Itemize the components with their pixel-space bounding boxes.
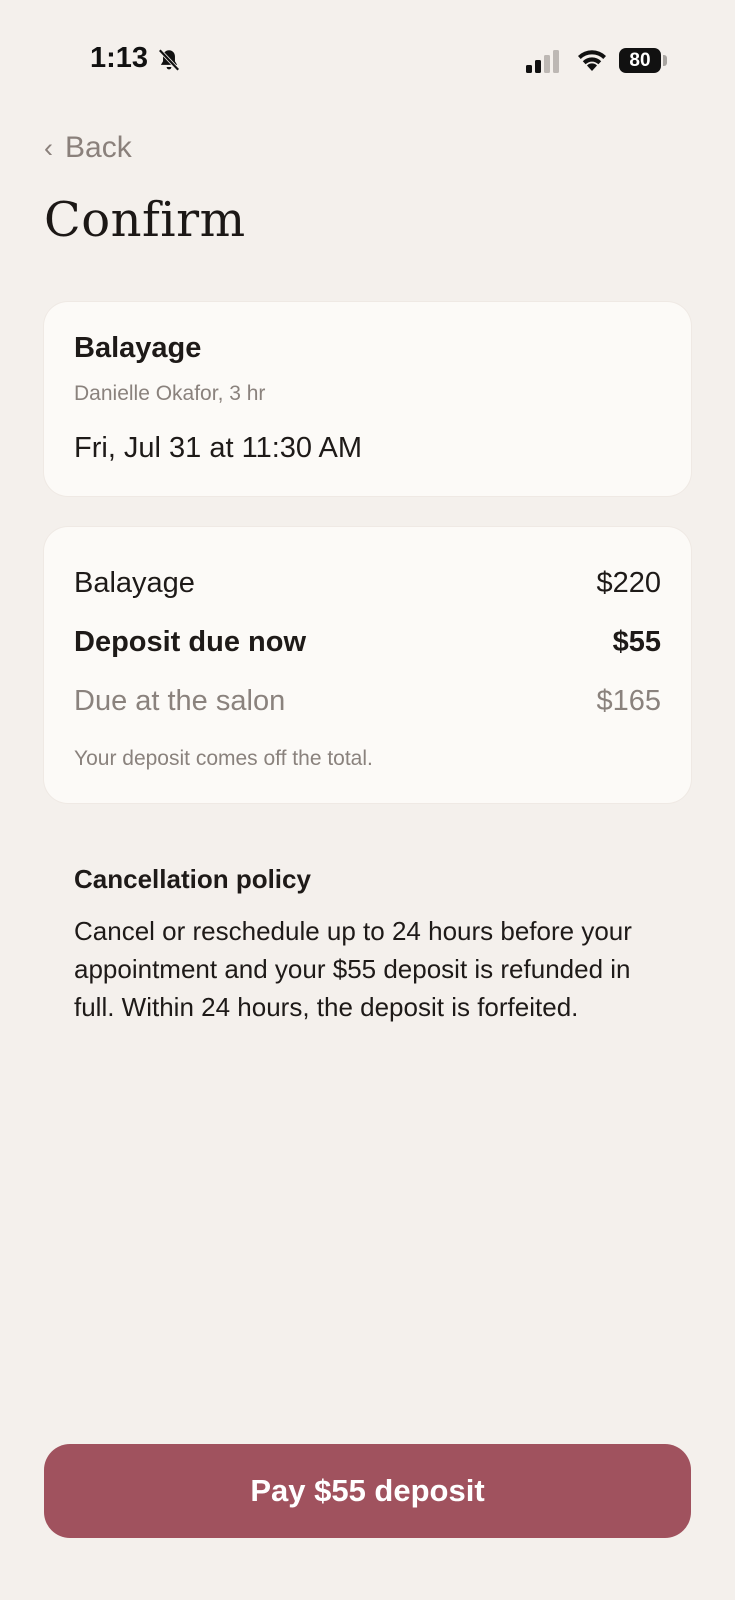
chevron-left-icon: ‹	[44, 132, 53, 163]
service-name: Balayage	[74, 332, 202, 364]
back-label: Back	[65, 131, 132, 164]
price-label: Balayage	[74, 567, 195, 599]
battery-icon: 80	[619, 48, 661, 73]
deposit-note: Your deposit comes off the total.	[74, 747, 373, 770]
wifi-icon	[578, 50, 606, 71]
policy-title: Cancellation policy	[74, 864, 311, 894]
price-amount: $220	[596, 567, 661, 599]
status-time: 1:13	[90, 42, 149, 74]
price-summary-card: Balayage $220 Deposit due now $55 Due at…	[44, 527, 691, 803]
appointment-datetime: Fri, Jul 31 at 11:30 AM	[74, 432, 362, 464]
stylist-duration: Danielle Okafor, 3 hr	[74, 382, 266, 405]
price-row-balance: Due at the salon $165	[74, 685, 661, 718]
price-row-deposit: Deposit due now $55	[74, 626, 661, 659]
price-label: Due at the salon	[74, 685, 286, 717]
price-label: Deposit due now	[74, 626, 306, 658]
page-title: Confirm	[44, 192, 246, 248]
price-amount: $165	[596, 685, 661, 717]
price-row-service: Balayage $220	[74, 567, 661, 600]
appointment-card: Balayage Danielle Okafor, 3 hr Fri, Jul …	[44, 302, 691, 496]
pay-deposit-button[interactable]: Pay $55 deposit	[44, 1444, 691, 1538]
bell-slash-icon	[158, 48, 180, 72]
signal-icon	[526, 50, 559, 73]
back-button[interactable]: ‹ Back	[44, 128, 132, 168]
policy-text: Cancel or reschedule up to 24 hours befo…	[74, 916, 632, 1022]
battery-tip	[663, 55, 667, 66]
price-amount: $55	[612, 626, 661, 658]
status-bar: 1:13 80	[0, 0, 735, 120]
